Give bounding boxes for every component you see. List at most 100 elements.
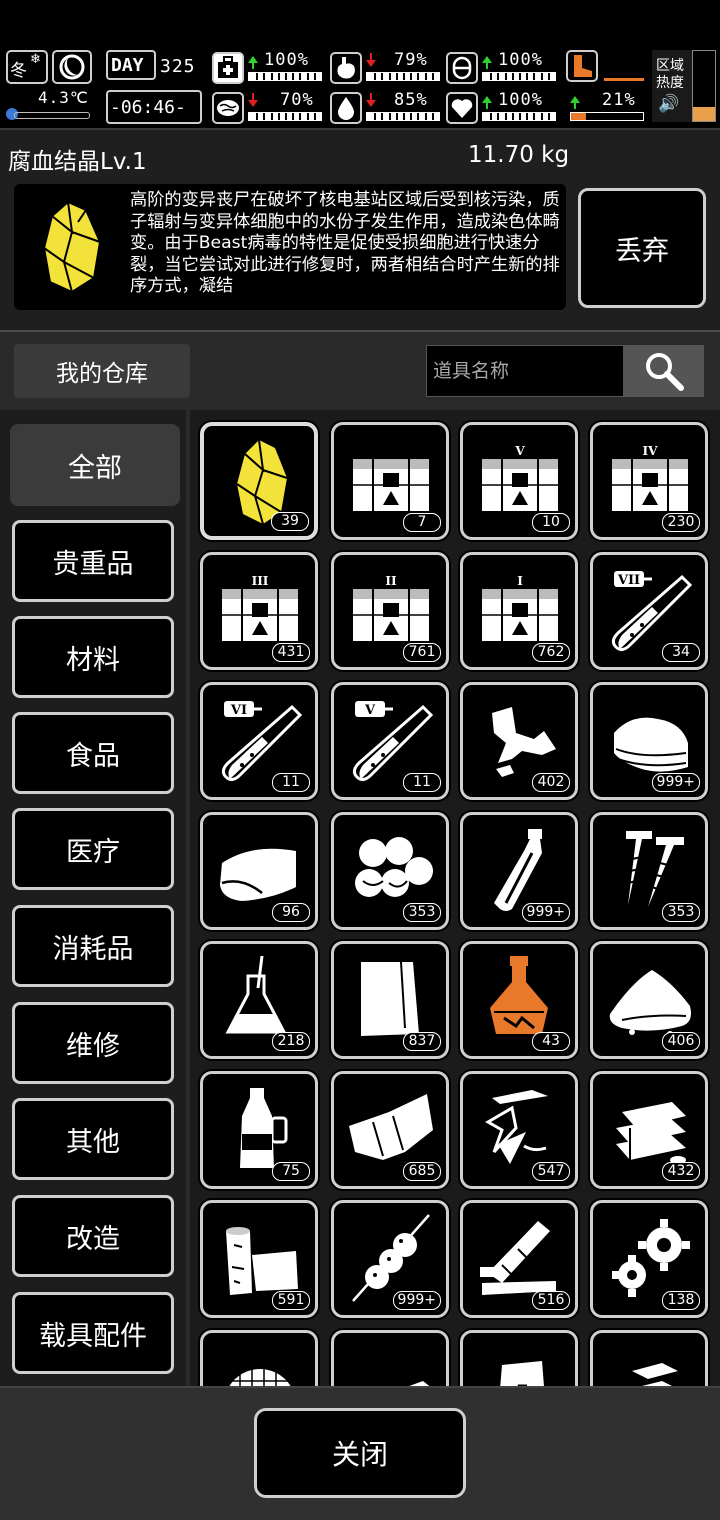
inventory-slot[interactable]	[200, 1330, 318, 1386]
speaker-icon[interactable]: 🔊	[658, 94, 679, 114]
search-icon	[646, 353, 684, 391]
item-name: 腐血结晶Lv.1	[8, 149, 147, 175]
clock-value: -06:46-	[110, 97, 186, 118]
item-quantity-badge: 96	[272, 903, 310, 922]
water-down-arrow	[366, 93, 376, 107]
inventory-slot[interactable]: 75	[200, 1071, 318, 1189]
inventory-slot[interactable]: VII 34	[590, 552, 708, 670]
season-badge: 冬 ❄	[6, 50, 48, 84]
inventory-slot[interactable]	[331, 1330, 449, 1386]
inventory-slot[interactable]: II 761	[331, 552, 449, 670]
inventory-slot[interactable]: 432	[590, 1071, 708, 1189]
svg-text:IV: IV	[643, 444, 659, 458]
svg-text:I: I	[517, 574, 523, 588]
temperature-value: 4.3℃	[38, 88, 89, 107]
discard-button[interactable]: 丢弃	[578, 188, 706, 308]
category-modification[interactable]: 改造	[12, 1195, 174, 1277]
category-other[interactable]: 其他	[12, 1098, 174, 1180]
day-label: DAY	[111, 55, 144, 76]
zone-heat-panel: 区域热度 🔊	[652, 50, 692, 122]
svg-text:II: II	[385, 574, 397, 588]
inventory-slot[interactable]: IV 230	[590, 422, 708, 540]
category-all[interactable]: 全部	[10, 424, 180, 506]
inventory-slot[interactable]: 999+	[331, 1200, 449, 1318]
status-bar: 冬 ❄ 4.3℃ DAY 325 -06:46- 100% 79% 100% 7…	[0, 46, 720, 128]
ingots-icon	[632, 1363, 678, 1386]
inventory-slot[interactable]: 837	[331, 941, 449, 1059]
sack-icon: F	[500, 1361, 544, 1386]
inventory-slot[interactable]: 591	[200, 1200, 318, 1318]
inventory-slot[interactable]: 138	[590, 1200, 708, 1318]
inventory-slot[interactable]: III 431	[200, 552, 318, 670]
inventory-slot[interactable]	[590, 1330, 708, 1386]
inventory-slot[interactable]: 516	[460, 1200, 578, 1318]
mesh-filter-icon	[229, 1369, 291, 1386]
weight-indicator	[604, 78, 644, 81]
stamina-value: 100%	[498, 50, 543, 70]
inventory-slot[interactable]: 7	[331, 422, 449, 540]
inventory-slot[interactable]: 218	[200, 941, 318, 1059]
inventory-slot[interactable]: 43	[460, 941, 578, 1059]
inventory-slot[interactable]: 999+	[590, 682, 708, 800]
category-materials[interactable]: 材料	[12, 616, 174, 698]
inventory-slot[interactable]: 353	[331, 812, 449, 930]
zone-heat-label: 区域热度	[656, 58, 684, 91]
snowflake-icon: ❄	[30, 52, 41, 67]
category-medical[interactable]: 医疗	[12, 808, 174, 890]
inventory-slot[interactable]: VI 11	[200, 682, 318, 800]
water-drop-icon	[330, 92, 362, 124]
item-quantity-badge: 999+	[651, 773, 700, 792]
item-quantity-badge: 837	[403, 1032, 441, 1051]
item-description-box: 高阶的变异丧尸在破坏了核电基站区域后受到核污染，质子辐射与变异体细胞中的水份子发…	[14, 184, 566, 310]
category-valuables[interactable]: 贵重品	[12, 520, 174, 602]
mood-value: 100%	[498, 90, 543, 110]
inventory-slot[interactable]: 402	[460, 682, 578, 800]
category-repair[interactable]: 维修	[12, 1002, 174, 1084]
zone-heat-gauge	[692, 50, 716, 122]
inventory-slot[interactable]: 685	[331, 1071, 449, 1189]
weight-value: 21%	[602, 90, 636, 110]
item-quantity-badge: 218	[272, 1032, 310, 1051]
svg-text:V: V	[364, 703, 376, 718]
item-quantity-badge: 432	[662, 1162, 700, 1181]
item-description: 高阶的变异丧尸在破坏了核电基站区域后受到核污染，质子辐射与变异体细胞中的水份子发…	[130, 190, 560, 296]
item-quantity-badge: 762	[532, 643, 570, 662]
inventory-slot[interactable]: 406	[590, 941, 708, 1059]
item-quantity-badge: 230	[662, 513, 700, 532]
item-quantity-badge: 7	[403, 513, 441, 532]
item-quantity-badge: 547	[532, 1162, 570, 1181]
item-quantity-badge: 34	[662, 643, 700, 662]
moon-icon	[59, 54, 85, 80]
inventory-main: 全部 贵重品 材料 食品 医疗 消耗品 维修 其他 改造 载具配件 39 7 V…	[0, 410, 720, 1386]
water-bar	[366, 112, 440, 121]
temperature-gauge	[14, 112, 90, 119]
category-vehicle-parts[interactable]: 载具配件	[12, 1292, 174, 1374]
inventory-slot[interactable]: F	[460, 1330, 578, 1386]
category-food[interactable]: 食品	[12, 712, 174, 794]
search-row: 我的仓库	[0, 330, 720, 410]
lungs-icon	[446, 52, 478, 84]
item-weight: 11.70 kg	[468, 142, 570, 168]
category-consumables[interactable]: 消耗品	[12, 905, 174, 987]
svg-text:III: III	[252, 574, 269, 588]
search-button[interactable]	[624, 345, 704, 397]
inventory-slot[interactable]: V 11	[331, 682, 449, 800]
inventory-slot[interactable]: I 762	[460, 552, 578, 670]
inventory-slot[interactable]: 999+	[460, 812, 578, 930]
inventory-slot[interactable]: 353	[590, 812, 708, 930]
inventory-slot[interactable]: 96	[200, 812, 318, 930]
weight-up-arrow	[570, 96, 580, 109]
bottom-bar: 关闭	[0, 1386, 720, 1520]
item-search-input[interactable]	[426, 345, 624, 397]
inventory-slot[interactable]: V 10	[460, 422, 578, 540]
health-bar	[248, 72, 322, 81]
stamina-up-arrow	[482, 56, 492, 69]
weight-bar	[570, 112, 644, 121]
close-button[interactable]: 关闭	[254, 1408, 466, 1498]
my-warehouse-button[interactable]: 我的仓库	[14, 344, 190, 398]
metal-bar-icon	[409, 1381, 430, 1386]
item-quantity-badge: 591	[272, 1291, 310, 1310]
inventory-grid: 39 7 V 10 IV 230 III 431 II 761 I 762 VI…	[190, 410, 720, 1386]
inventory-slot[interactable]: 39	[200, 422, 318, 540]
inventory-slot[interactable]: 547	[460, 1071, 578, 1189]
